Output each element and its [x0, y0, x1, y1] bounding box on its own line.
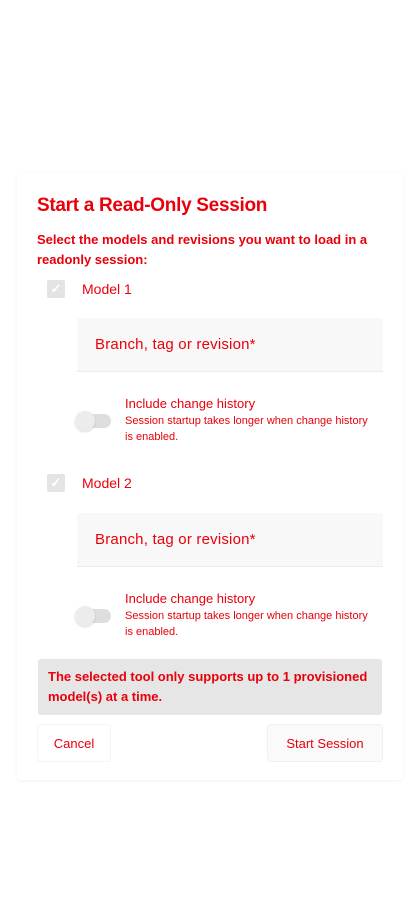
model-2-revision-field[interactable]: Branch, tag or revision*	[77, 513, 383, 567]
model-1-checkbox[interactable]: ✓	[47, 280, 65, 298]
dialog-title: Start a Read-Only Session	[37, 195, 268, 216]
dialog-description: Select the models and revisions you want…	[37, 232, 368, 267]
start-readonly-session-dialog: Start a Read-Only Session Select the mod…	[17, 172, 403, 780]
model-1-revision-field[interactable]: Branch, tag or revision*	[77, 318, 383, 372]
model-2-history-hint: Session startup takes longer when change…	[125, 610, 368, 638]
model-2-checkbox[interactable]: ✓	[47, 474, 65, 492]
model-1-row[interactable]: ✓ Model 1	[47, 278, 132, 300]
model-1-label: Model 1	[82, 281, 132, 297]
toggle-knob	[75, 411, 95, 431]
model-2-label: Model 2	[82, 475, 132, 491]
model-2-history-toggle-row: Include change history Session startup t…	[75, 591, 383, 649]
model-2-history-title: Include change history	[125, 591, 256, 606]
model-1-history-toggle-row: Include change history Session startup t…	[75, 396, 383, 454]
check-icon: ✓	[50, 281, 62, 296]
check-icon: ✓	[50, 475, 62, 490]
model-1-history-title: Include change history	[125, 396, 256, 411]
model-2-revision-label: Branch, tag or revision*	[95, 531, 256, 548]
cancel-button[interactable]: Cancel	[38, 725, 110, 761]
start-session-button[interactable]: Start Session	[268, 725, 382, 761]
model-2-row[interactable]: ✓ Model 2	[47, 472, 132, 494]
provisioning-limit-notice: The selected tool only supports up to 1 …	[38, 659, 382, 715]
toggle-knob	[75, 606, 95, 626]
model-1-revision-label: Branch, tag or revision*	[95, 336, 256, 353]
model-1-history-toggle[interactable]	[75, 411, 111, 431]
model-1-history-hint: Session startup takes longer when change…	[125, 415, 368, 443]
model-2-history-toggle[interactable]	[75, 606, 111, 626]
